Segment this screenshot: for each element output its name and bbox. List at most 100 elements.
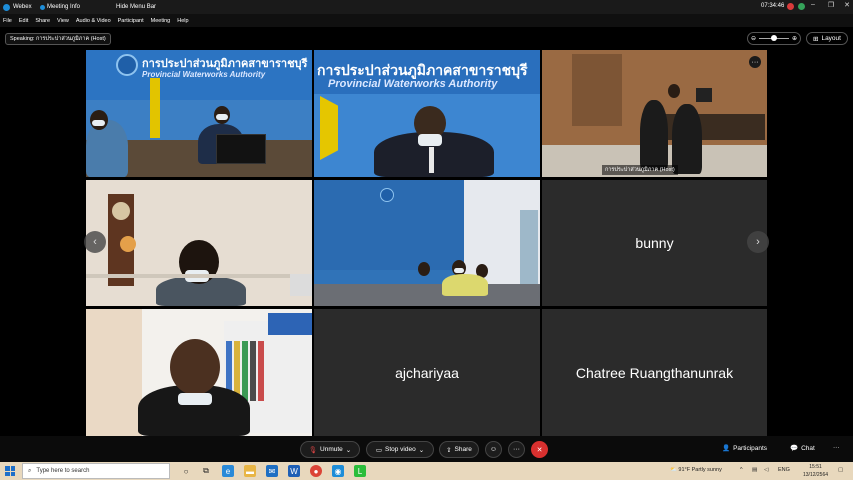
recording-icon (787, 3, 794, 10)
close-window-button[interactable]: ✕ (840, 1, 853, 9)
weather-widget[interactable]: ⛅ 91°F Partly sunny (670, 467, 722, 473)
meeting-info-button[interactable]: Meeting Info (40, 4, 80, 10)
hide-menu-bar-button[interactable]: Hide Menu Bar (116, 4, 156, 10)
taskbar-date: 13/12/2564 (803, 472, 829, 478)
chevron-down-icon[interactable]: ⌄ (419, 446, 424, 454)
weather-text: 91°F Partly sunny (678, 467, 722, 473)
notification-icon[interactable]: ▢ (838, 467, 843, 473)
chevron-down-icon[interactable]: ⌄ (346, 446, 351, 454)
chrome-icon[interactable]: ● (310, 465, 322, 477)
wall-panel (572, 54, 622, 126)
zoom-in-icon[interactable]: ⊕ (792, 35, 797, 42)
zoom-slider[interactable]: ⊖ ⊕ (747, 32, 801, 45)
video-tile-1[interactable]: การประปาส่วนภูมิภาคสาขาราชบุรี Provincia… (86, 50, 312, 177)
meeting-clock: 07:34:46 (761, 3, 785, 9)
face-mask (216, 114, 228, 120)
tray-chevron-icon[interactable]: ^ (740, 467, 743, 473)
clock-face (112, 202, 130, 220)
windows-taskbar: ⌕ Type here to search ○ ⧉ e ▬ ✉ W ● ◉ L … (0, 462, 853, 480)
participant-name-label: การประปาส่วนภูมิภาค (Host) (602, 165, 678, 175)
windows-start-icon[interactable] (5, 466, 15, 476)
menu-file[interactable]: File (3, 18, 12, 24)
participant-head (170, 339, 220, 395)
more-options-button[interactable]: ··· (508, 441, 525, 458)
meeting-info-label: Meeting Info (47, 4, 81, 10)
file-explorer-icon[interactable]: ▬ (244, 465, 256, 477)
search-icon: ⌕ (28, 467, 32, 474)
webex-taskbar-icon[interactable]: ◉ (332, 465, 344, 477)
menu-share[interactable]: Share (35, 18, 50, 24)
chat-icon: 💬 (790, 445, 799, 452)
unmute-button[interactable]: 🎙 Unmute ⌄ (300, 441, 360, 458)
line-app-icon[interactable]: L (354, 465, 366, 477)
flowers (120, 236, 136, 252)
window (520, 210, 538, 288)
hide-menu-label: Hide Menu Bar (116, 4, 157, 10)
task-view-icon[interactable]: ⧉ (200, 465, 212, 477)
face-mask (418, 134, 442, 146)
stop-video-button[interactable]: ▭ Stop video ⌄ (366, 441, 434, 458)
minimize-button[interactable]: – (806, 1, 820, 8)
overflow-menu-button[interactable]: ··· (833, 444, 840, 451)
taskbar-clock[interactable]: 15:51 13/12/2564 (803, 463, 828, 479)
title-bar: Webex Meeting Info Hide Menu Bar 07:34:4… (0, 0, 853, 14)
office-chair (640, 100, 668, 170)
chat-button[interactable]: 💬 Chat (790, 444, 815, 453)
maximize-button[interactable]: ❐ (824, 1, 838, 9)
unmute-label: Unmute (320, 446, 343, 453)
participant-head (418, 262, 430, 276)
video-tile-9[interactable]: Chatree Ruangthanunrak (542, 309, 767, 436)
menu-help[interactable]: Help (177, 18, 188, 24)
laptop (290, 274, 312, 296)
cortana-icon[interactable]: ○ (180, 465, 192, 477)
next-page-button[interactable]: › (747, 231, 769, 253)
taskbar-search[interactable]: ⌕ Type here to search (22, 463, 170, 479)
menu-meeting[interactable]: Meeting (151, 18, 171, 24)
monitor (216, 134, 266, 164)
tile-more-button[interactable]: ··· (749, 56, 761, 68)
share-label: Share (454, 446, 472, 453)
curtain (86, 309, 142, 436)
webex-logo-icon (3, 3, 10, 11)
language-indicator[interactable]: ENG (778, 467, 790, 473)
layout-button[interactable]: ⊞ Layout (806, 32, 848, 45)
taskbar-time: 15:51 (809, 464, 822, 470)
office-chair (672, 104, 702, 174)
video-tile-5[interactable] (314, 180, 540, 306)
video-tile-6[interactable]: bunny (542, 180, 767, 306)
video-tile-3[interactable]: ··· การประปาส่วนภูมิภาค (Host) (542, 50, 767, 177)
edge-icon[interactable]: e (222, 465, 234, 477)
search-placeholder: Type here to search (36, 468, 90, 474)
video-tile-2[interactable]: การประปาส่วนภูมิภาคสาขาราชบุรี Provincia… (314, 50, 540, 177)
flag (150, 78, 160, 138)
layout-label: Layout (821, 35, 841, 42)
video-tile-7[interactable] (86, 309, 312, 436)
menu-audio-video[interactable]: Audio & Video (76, 18, 111, 24)
word-icon[interactable]: W (288, 465, 300, 477)
banner-english-title: Provincial Waterworks Authority (328, 78, 498, 90)
binder (258, 341, 264, 401)
video-tile-8[interactable]: ajchariyaa (314, 309, 540, 436)
menu-bar: File Edit Share View Audio & Video Parti… (0, 14, 853, 27)
menu-participant[interactable]: Participant (118, 18, 144, 24)
network-icon[interactable]: ▤ (752, 467, 757, 473)
menu-edit[interactable]: Edit (19, 18, 28, 24)
leave-meeting-button[interactable]: ✕ (531, 441, 548, 458)
video-tile-4[interactable] (86, 180, 312, 306)
participants-button[interactable]: 👤 Participants (722, 444, 767, 453)
zoom-track[interactable] (759, 35, 789, 41)
zoom-out-icon[interactable]: ⊖ (751, 35, 756, 42)
zoom-knob[interactable] (771, 35, 778, 41)
participant-name: ajchariyaa (395, 364, 459, 381)
reactions-button[interactable]: ☺ (485, 441, 502, 458)
app-name: Webex (13, 4, 32, 10)
layout-icon: ⊞ (813, 35, 819, 43)
binder (250, 341, 256, 401)
stop-video-label: Stop video (384, 446, 416, 453)
banner-english-title: Provincial Waterworks Authority (142, 70, 266, 79)
share-button[interactable]: ⇪ Share (439, 441, 479, 458)
volume-icon[interactable]: ◁ (764, 467, 768, 473)
menu-view[interactable]: View (57, 18, 69, 24)
mail-icon[interactable]: ✉ (266, 465, 278, 477)
prev-page-button[interactable]: ‹ (84, 231, 106, 253)
